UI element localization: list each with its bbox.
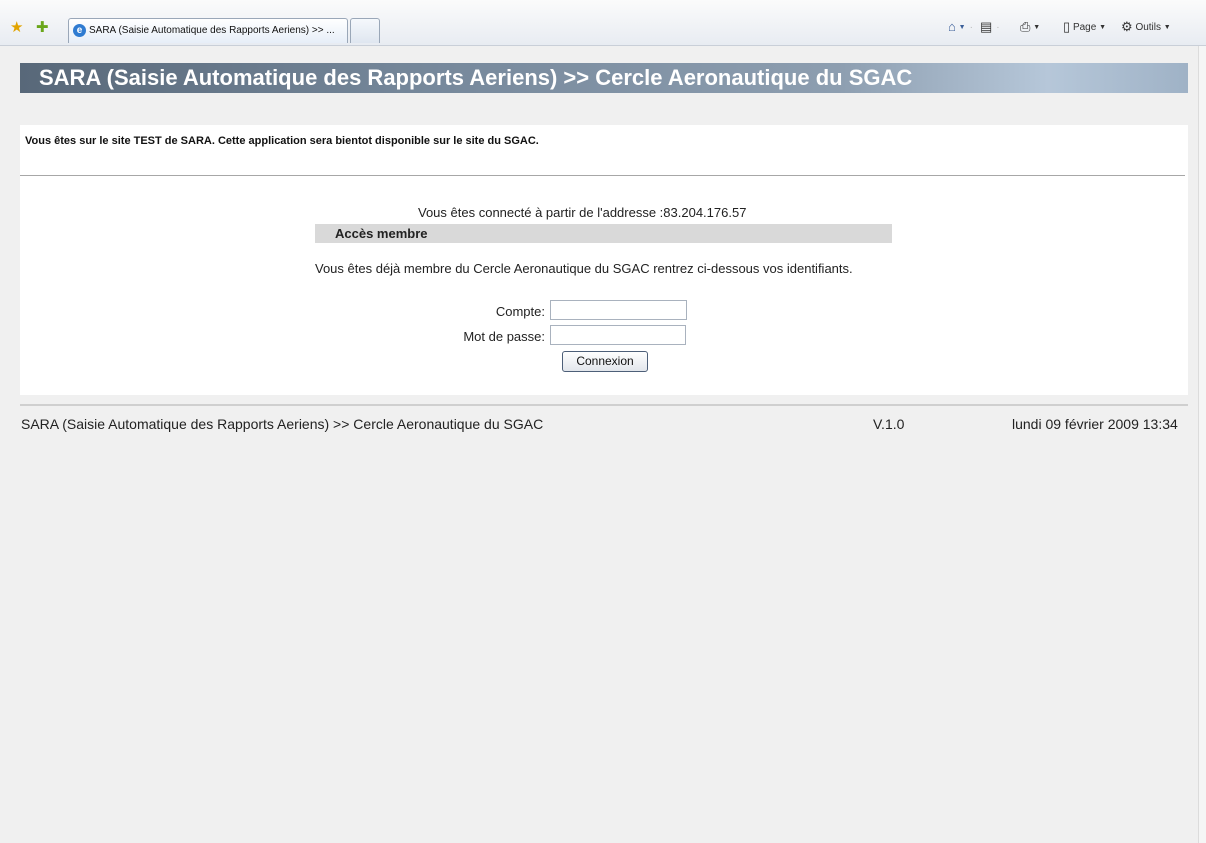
page-menu-button[interactable]: ▯ Page ▼ [1063,20,1106,35]
login-intro-text: Vous êtes déjà membre du Cercle Aeronaut… [315,261,853,276]
account-label: Compte: [495,304,545,319]
page-menu-label: Page [1072,22,1097,33]
tab-title: SARA (Saisie Automatique des Rapports Ae… [89,25,335,36]
tools-menu-button[interactable]: ⚙ Outils ▼ [1121,20,1171,35]
tools-menu-label: Outils [1135,22,1161,33]
connexion-button[interactable]: Connexion [562,351,648,372]
site-header-banner: SARA (Saisie Automatique des Rapports Ae… [20,63,1188,93]
home-button[interactable]: ⌂ ▼ · [948,20,973,35]
footer-version: V.1.0 [873,416,905,432]
ie-page-icon: e [73,24,86,37]
browser-command-bar: ★ ✚ e SARA (Saisie Automatique des Rappo… [0,0,1206,46]
window-scroll-edge [1198,46,1206,843]
member-access-heading: Accès membre [315,224,892,243]
site-header-title: SARA (Saisie Automatique des Rapports Ae… [39,65,913,90]
print-icon: ⎙ [1020,19,1031,34]
print-button[interactable]: ⎙ ▼ [1020,20,1040,35]
connection-ip-text: Vous êtes connecté à partir de l'address… [418,205,747,220]
page-icon: ▯ [1063,19,1071,34]
content-divider [20,175,1185,176]
account-input[interactable] [550,300,687,320]
favorites-star-icon[interactable]: ★ [10,20,23,35]
feeds-icon: ▤ [980,19,993,34]
browser-tab-active[interactable]: e SARA (Saisie Automatique des Rapports … [68,18,348,43]
feeds-button[interactable]: ▤ · [980,20,1000,35]
main-content-panel: Vous êtes sur le site TEST de SARA. Cett… [20,125,1188,395]
password-input[interactable] [550,325,686,345]
add-favorite-icon[interactable]: ✚ [36,20,49,35]
new-tab-button[interactable] [350,18,380,43]
footer-divider [20,404,1188,406]
footer-title: SARA (Saisie Automatique des Rapports Ae… [21,416,544,432]
footer-date: lundi 09 février 2009 13:34 [1012,416,1178,432]
tools-gear-icon: ⚙ [1121,19,1133,34]
home-icon: ⌂ [948,19,956,34]
test-site-notice: Vous êtes sur le site TEST de SARA. Cett… [25,135,539,147]
password-label: Mot de passe: [463,329,545,344]
